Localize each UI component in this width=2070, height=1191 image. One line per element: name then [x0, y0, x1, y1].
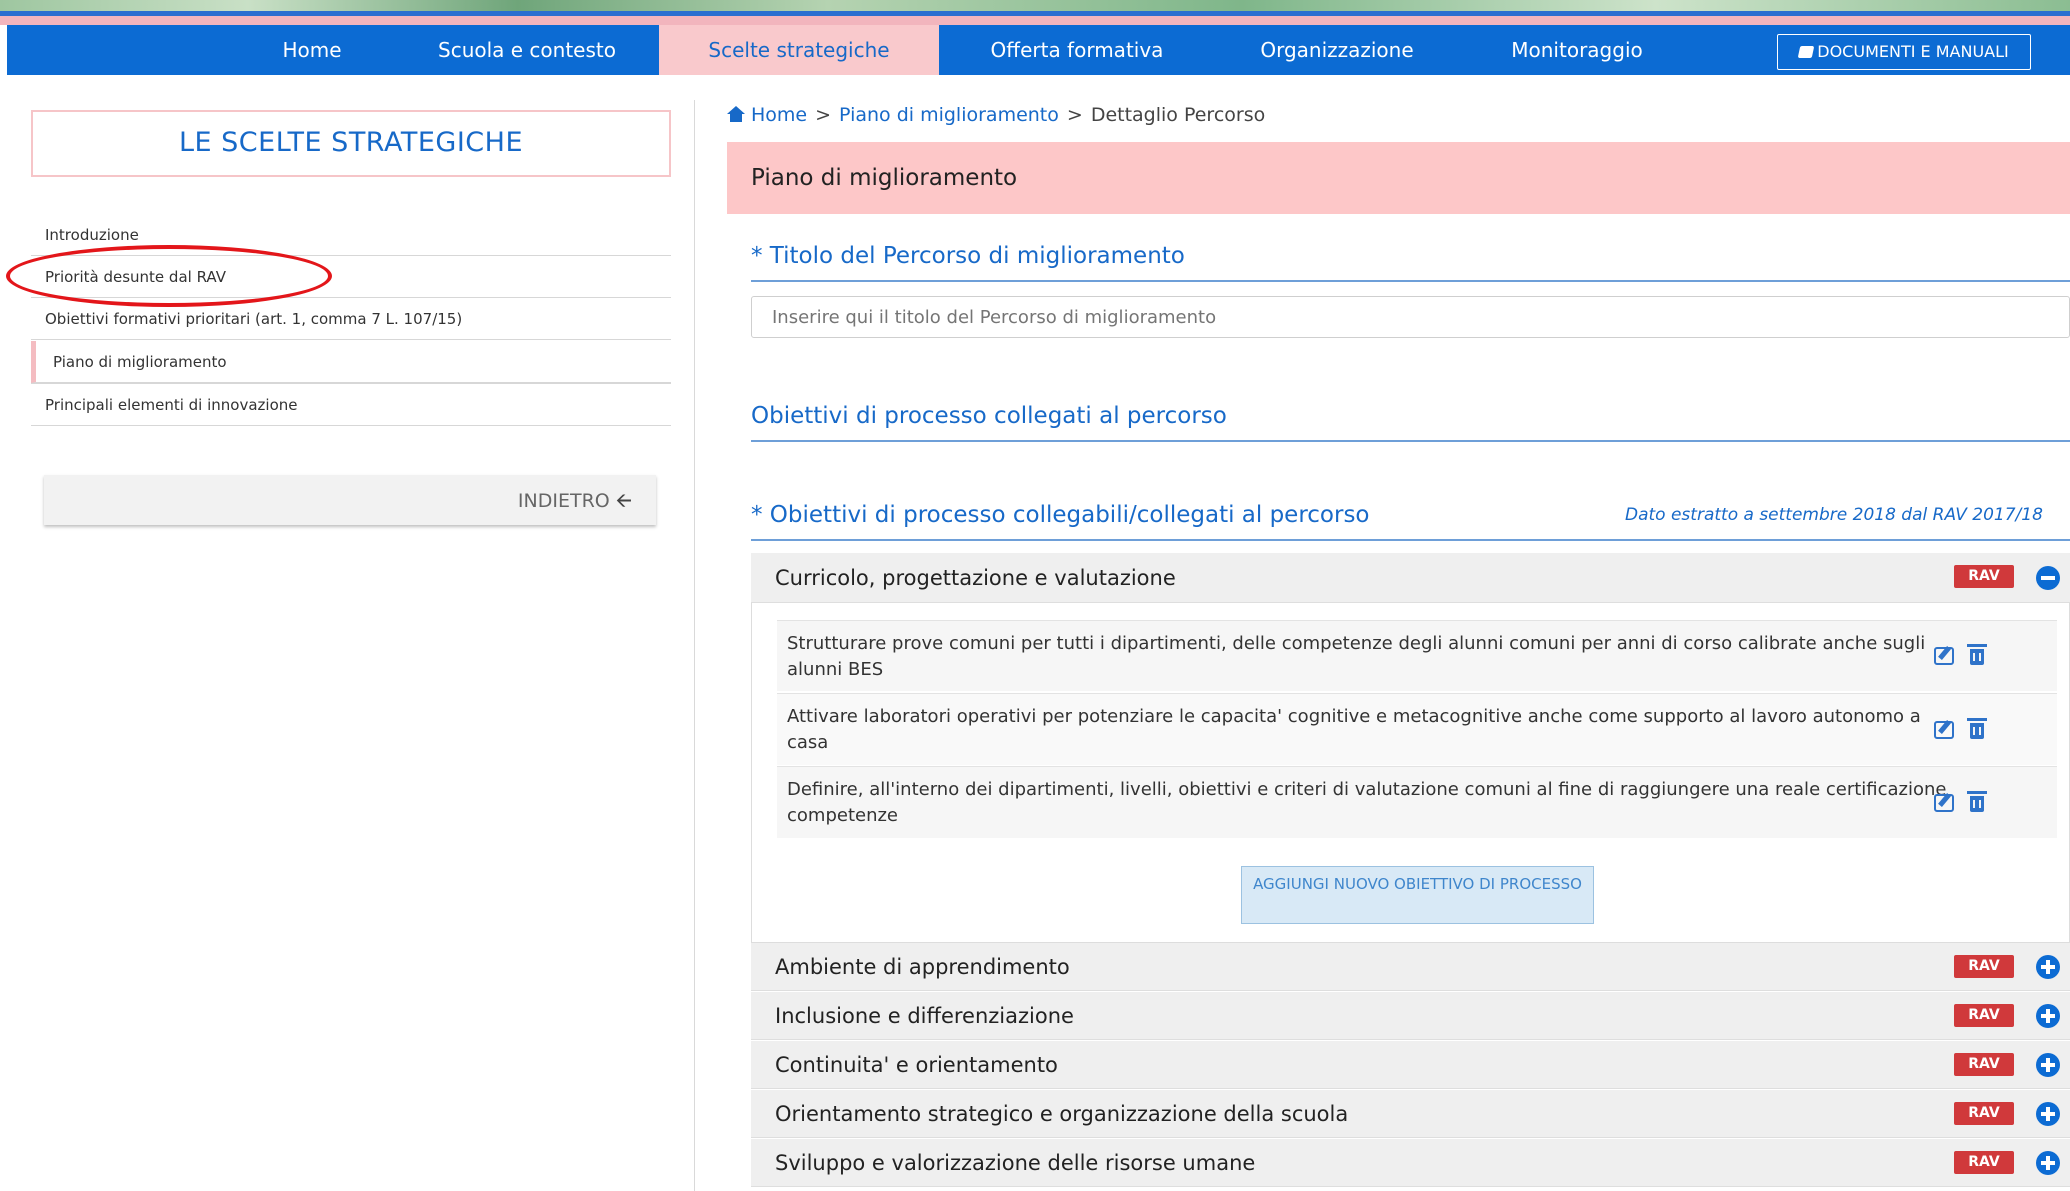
plus-circle-icon[interactable]: [2036, 1053, 2060, 1077]
section-rule: [751, 539, 2070, 541]
edit-icon[interactable]: [1934, 721, 1954, 739]
nav-home[interactable]: Home: [237, 25, 387, 75]
rav-badge: RAV: [1954, 1004, 2014, 1027]
area-ambiente-header[interactable]: Ambiente di apprendimento RAV: [751, 943, 2070, 991]
section-rule: [751, 440, 2070, 442]
documenti-label: DOCUMENTI E MANUALI: [1817, 42, 2009, 61]
arrow-left-icon: 🡨: [615, 488, 632, 512]
area-name: Curricolo, progettazione e valutazione: [775, 566, 1176, 590]
area-continuita-header[interactable]: Continuita' e orientamento RAV: [751, 1041, 2070, 1089]
objective-row: Definire, all'interno dei dipartimenti, …: [777, 766, 2057, 838]
rav-badge: RAV: [1954, 1053, 2014, 1076]
edit-icon[interactable]: [1934, 647, 1954, 665]
rav-badge: RAV: [1954, 1151, 2014, 1174]
nav-scuola-e-contesto[interactable]: Scuola e contesto: [412, 25, 642, 75]
breadcrumb-current: Dettaglio Percorso: [1090, 104, 1266, 126]
linked-objectives-heading: Obiettivi di processo collegati al perco…: [751, 403, 1227, 429]
panel-header: Piano di miglioramento: [727, 142, 2070, 214]
objective-row: Attivare laboratori operativi per potenz…: [777, 693, 2057, 765]
plus-circle-icon[interactable]: [2036, 1004, 2060, 1028]
title-section-heading: * Titolo del Percorso di miglioramento: [751, 243, 1185, 269]
sidebar-item-piano-miglioramento[interactable]: Piano di miglioramento: [31, 341, 671, 383]
area-name: Sviluppo e valorizzazione delle risorse …: [775, 1151, 1256, 1175]
objective-row: Strutturare prove comuni per tutti i dip…: [777, 620, 2057, 691]
area-name: Orientamento strategico e organizzazione…: [775, 1102, 1349, 1126]
section-rule: [751, 280, 2070, 282]
add-objective-button[interactable]: AGGIUNGI NUOVO OBIETTIVO DI PROCESSO: [1241, 866, 1594, 924]
trash-icon[interactable]: [1967, 718, 1987, 739]
rav-badge: RAV: [1954, 955, 2014, 978]
trash-icon[interactable]: [1967, 791, 1987, 812]
breadcrumb-separator: >: [815, 104, 832, 126]
area-inclusione-header[interactable]: Inclusione e differenziazione RAV: [751, 992, 2070, 1040]
breadcrumb-home[interactable]: Home: [751, 104, 807, 126]
book-icon: [1797, 46, 1815, 58]
plus-circle-icon[interactable]: [2036, 1102, 2060, 1126]
plus-circle-icon[interactable]: [2036, 955, 2060, 979]
back-label: INDIETRO: [517, 490, 610, 512]
sidebar-title: LE SCELTE STRATEGICHE: [31, 110, 671, 177]
objective-text: Attivare laboratori operativi per potenz…: [787, 706, 1921, 753]
top-decorative-banner: [0, 0, 2070, 11]
area-name: Inclusione e differenziazione: [775, 1004, 1074, 1028]
minus-circle-icon[interactable]: [2036, 566, 2060, 590]
area-name: Ambiente di apprendimento: [775, 955, 1070, 979]
plus-circle-icon[interactable]: [2036, 1151, 2060, 1175]
sidebar-item-elementi-innovazione[interactable]: Principali elementi di innovazione: [31, 384, 671, 426]
area-orientamento-header[interactable]: Orientamento strategico e organizzazione…: [751, 1090, 2070, 1138]
documenti-e-manuali-button[interactable]: DOCUMENTI E MANUALI: [1777, 34, 2031, 70]
area-curricolo-header[interactable]: Curricolo, progettazione e valutazione R…: [751, 553, 2070, 603]
rav-badge: RAV: [1954, 565, 2014, 588]
back-button[interactable]: INDIETRO 🡨: [44, 475, 656, 525]
nav-organizzazione[interactable]: Organizzazione: [1222, 25, 1452, 75]
breadcrumb-piano[interactable]: Piano di miglioramento: [839, 104, 1059, 126]
objective-text: Definire, all'interno dei dipartimenti, …: [787, 779, 1947, 826]
column-divider: [694, 100, 695, 1191]
percorso-title-input[interactable]: [751, 296, 2070, 338]
area-sviluppo-header[interactable]: Sviluppo e valorizzazione delle risorse …: [751, 1139, 2070, 1187]
highlight-annotation-ellipse: [6, 245, 332, 307]
nav-offerta-formativa[interactable]: Offerta formativa: [962, 25, 1192, 75]
objective-text: Strutturare prove comuni per tutti i dip…: [787, 633, 1926, 680]
rav-badge: RAV: [1954, 1102, 2014, 1125]
main-navbar: Home Scuola e contesto Scelte strategich…: [7, 25, 2070, 75]
breadcrumb-separator: >: [1066, 104, 1083, 126]
extract-note: Dato estratto a settembre 2018 dal RAV 2…: [1625, 505, 2043, 525]
edit-icon[interactable]: [1934, 794, 1954, 812]
area-name: Continuita' e orientamento: [775, 1053, 1058, 1077]
top-pink-band: [0, 16, 2070, 25]
nav-monitoraggio[interactable]: Monitoraggio: [1482, 25, 1672, 75]
breadcrumb: Home > Piano di miglioramento > Dettaglio Pe…: [727, 104, 1265, 130]
nav-scelte-strategiche[interactable]: Scelte strategiche: [659, 25, 939, 75]
home-icon: [727, 106, 745, 122]
trash-icon[interactable]: [1967, 644, 1987, 665]
linkable-objectives-heading: * Obiettivi di processo collegabili/coll…: [751, 502, 1370, 528]
